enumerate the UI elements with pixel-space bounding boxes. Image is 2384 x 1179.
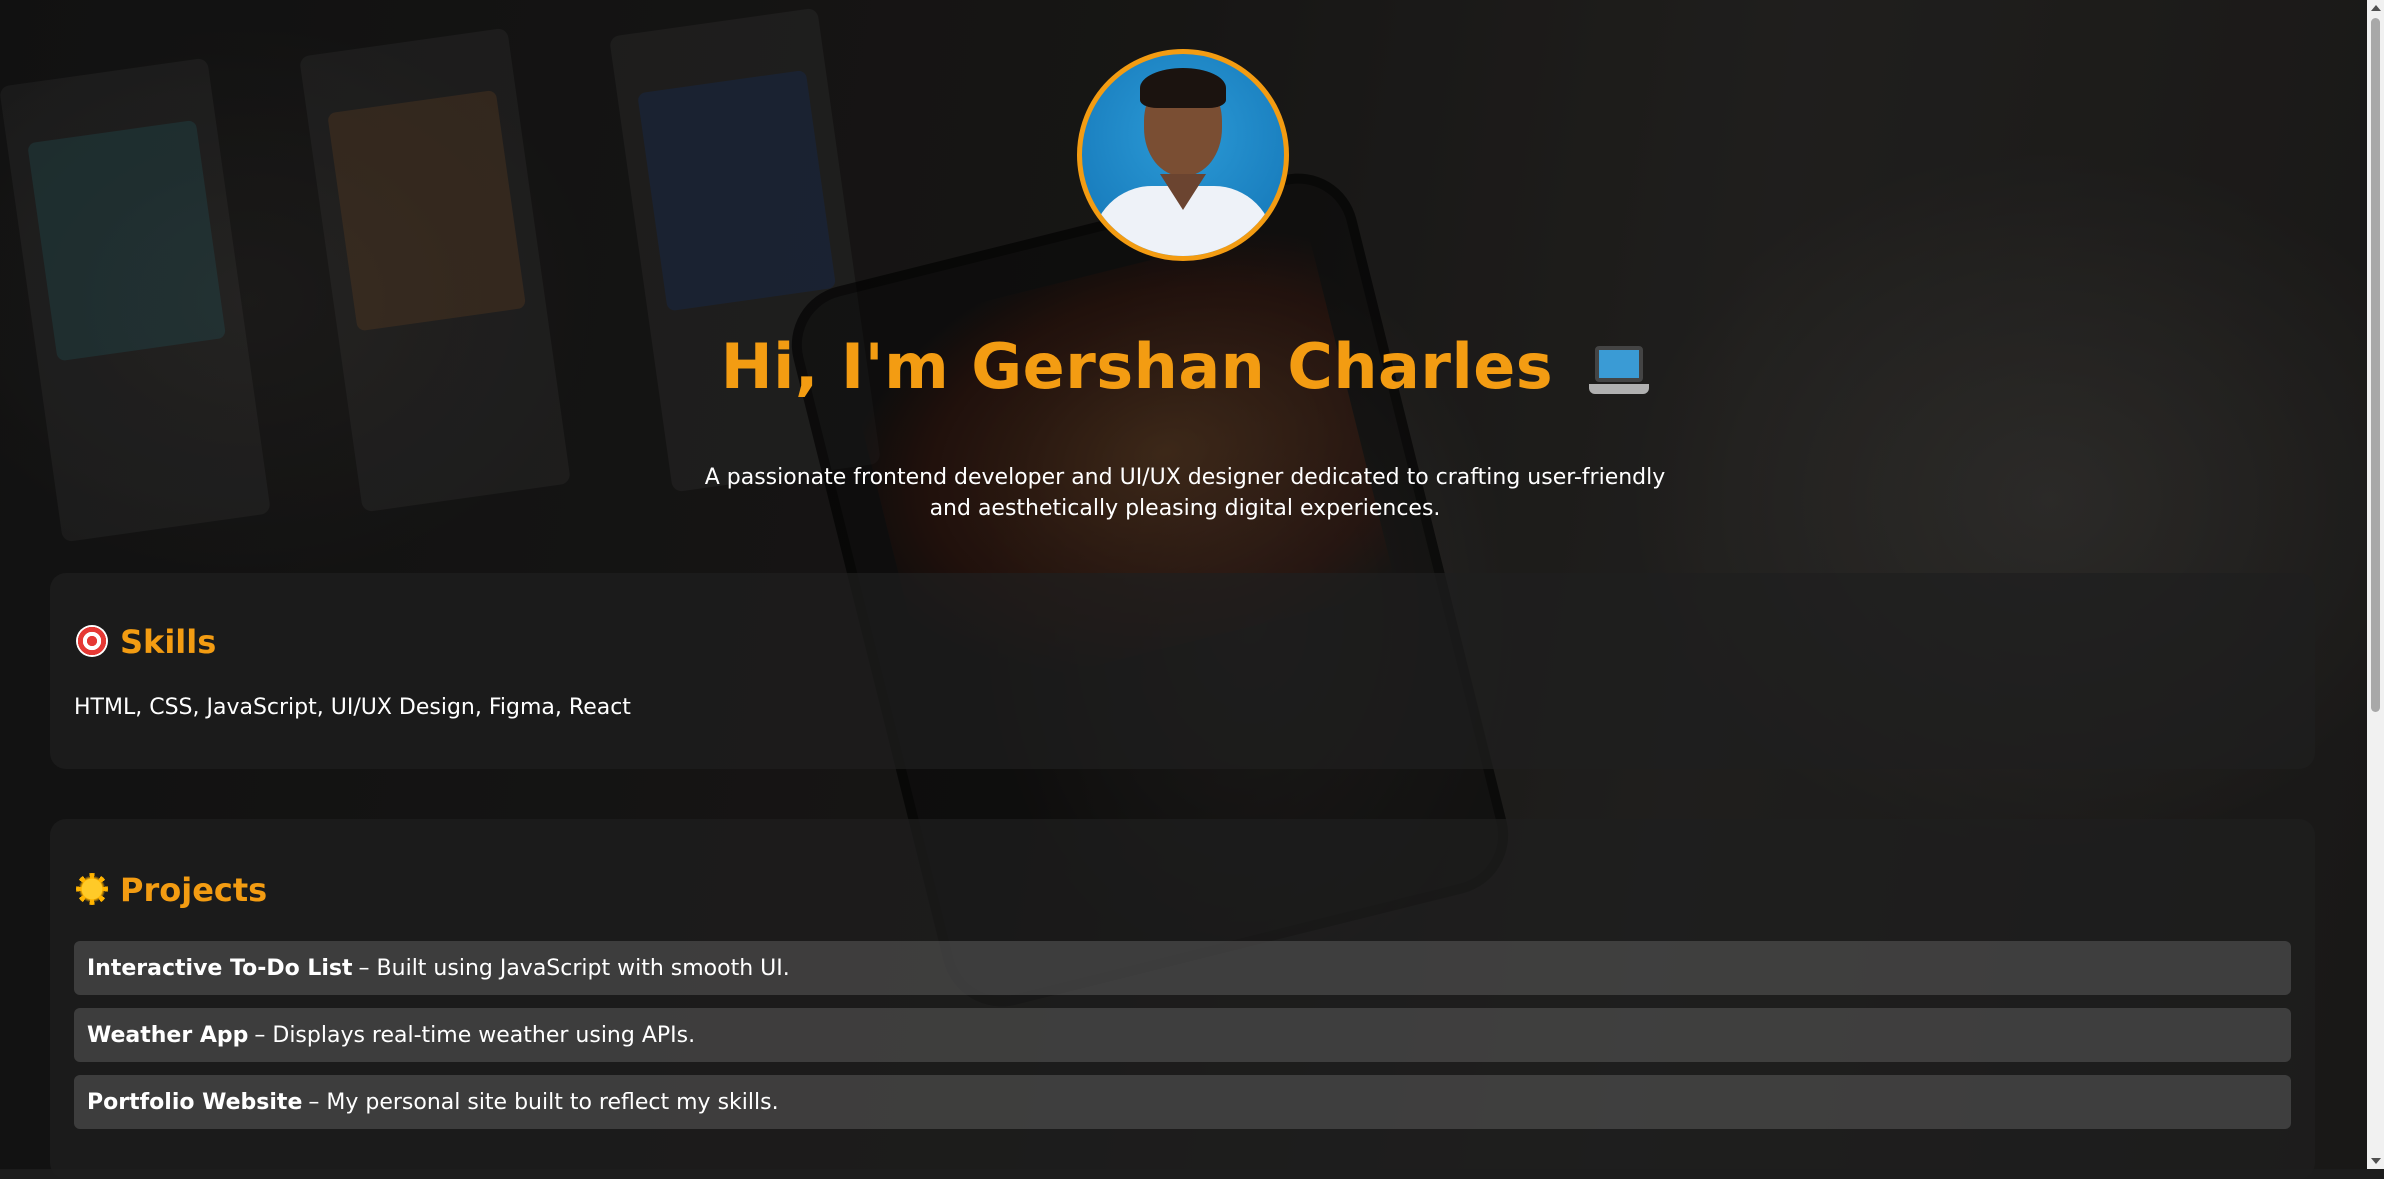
sun-icon (76, 873, 108, 905)
scroll-down-arrow-icon[interactable] (2371, 1158, 2381, 1164)
skills-heading: Skills (76, 623, 216, 661)
project-item: Interactive To-Do List – Built using Jav… (74, 941, 2291, 995)
laptop-icon (1589, 344, 1650, 398)
project-description: – Displays real-time weather using APIs. (254, 1022, 696, 1048)
skills-section: Skills HTML, CSS, JavaScript, UI/UX Desi… (50, 573, 2315, 769)
title-text: Hi, I'm Gershan Charles (720, 330, 1554, 403)
target-icon (76, 625, 108, 657)
page-title: Hi, I'm Gershan Charles (0, 330, 2370, 403)
scroll-up-arrow-icon[interactable] (2371, 5, 2381, 11)
page-content: Hi, I'm Gershan Charles A passionate fro… (0, 0, 2384, 1179)
project-name: Portfolio Website (87, 1089, 303, 1115)
project-item: Portfolio Website – My personal site bui… (74, 1075, 2291, 1129)
projects-heading-text: Projects (120, 871, 268, 909)
project-item: Weather App – Displays real-time weather… (74, 1008, 2291, 1062)
projects-heading: Projects (76, 871, 267, 909)
skills-list: HTML, CSS, JavaScript, UI/UX Design, Fig… (74, 695, 631, 720)
profile-avatar (1077, 49, 1289, 261)
scrollbar-thumb[interactable] (2371, 18, 2380, 712)
projects-section: Projects Interactive To-Do List – Built … (50, 819, 2315, 1179)
vertical-scrollbar[interactable] (2367, 0, 2384, 1169)
project-list: Interactive To-Do List – Built using Jav… (74, 941, 2291, 1142)
intro-text: A passionate frontend developer and UI/U… (704, 465, 1666, 521)
project-description: – Built using JavaScript with smooth UI. (358, 955, 790, 981)
project-description: – My personal site built to reflect my s… (308, 1089, 779, 1115)
project-name: Interactive To-Do List (87, 955, 353, 981)
project-name: Weather App (87, 1022, 249, 1048)
skills-heading-text: Skills (120, 623, 217, 661)
